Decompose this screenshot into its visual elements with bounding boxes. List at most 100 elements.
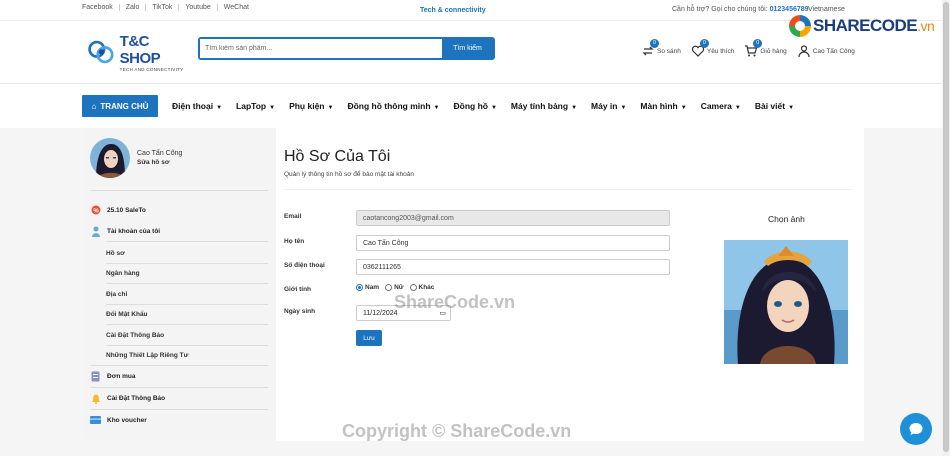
- home-icon: ⌂: [91, 101, 97, 111]
- nav-item-smartwatch[interactable]: Đồng hồ thông minh ▼: [347, 101, 439, 111]
- support-phone[interactable]: 0123456789: [770, 6, 809, 13]
- nav-item-accessories[interactable]: Phụ kiện ▼: [289, 101, 333, 111]
- voucher-icon: [90, 415, 101, 426]
- chevron-down-icon: ▼: [433, 105, 440, 111]
- nav-home-label: TRANG CHỦ: [100, 101, 149, 111]
- watermark-center: ShareCode.vn: [394, 292, 516, 312]
- compare-badge: 0: [650, 39, 659, 48]
- nav-item-label: Camera: [700, 101, 732, 111]
- edit-profile-link[interactable]: Sửa hồ sơ: [137, 159, 182, 166]
- gender-radio-group: Nam Nữ Khác: [356, 284, 434, 291]
- save-button[interactable]: Lưu: [356, 330, 382, 346]
- sharecode-logo-text: SHARECODE.vn: [813, 16, 935, 36]
- nav-home-button[interactable]: ⌂ TRANG CHỦ: [82, 95, 158, 117]
- nav-item-label: Phụ kiện: [289, 101, 325, 111]
- radio-label: Khác: [418, 284, 435, 291]
- nav-item-label: Điện thoại: [172, 101, 214, 111]
- chevron-down-icon: ▼: [216, 105, 223, 111]
- sidebar-user: Cao Tấn Công Sửa hồ sơ: [90, 138, 182, 178]
- search-button[interactable]: Tìm kiếm: [442, 39, 493, 58]
- social-link-facebook[interactable]: Facebook: [82, 4, 119, 11]
- cart-link[interactable]: 0 Giỏ hàng: [744, 39, 787, 58]
- phone-field[interactable]: 0362111265: [356, 259, 670, 275]
- nav-item-phones[interactable]: Điện thoại ▼: [172, 101, 222, 111]
- sidebar-item-privacy[interactable]: Những Thiết Lập Riêng Tư: [106, 345, 268, 365]
- name-label: Họ tên: [284, 238, 305, 245]
- radio-label: Nữ: [394, 284, 404, 291]
- divider: [90, 190, 268, 191]
- nav-item-posts[interactable]: Bài viết ▼: [755, 101, 794, 111]
- chevron-down-icon: ▼: [269, 105, 276, 111]
- chevron-down-icon: ▼: [734, 105, 741, 111]
- nav-item-label: Máy tính bảng: [510, 101, 569, 111]
- wishlist-link[interactable]: 0 Yêu thích: [691, 39, 735, 58]
- email-label: Email: [284, 213, 302, 220]
- chat-button[interactable]: [900, 413, 932, 445]
- chevron-down-icon: ▼: [620, 105, 627, 111]
- sidebar-item-notifications[interactable]: Cài Đặt Thông Báo: [90, 388, 268, 408]
- nav-item-watch[interactable]: Đồng hồ ▼: [454, 101, 497, 111]
- sidebar-item-profile[interactable]: Hồ sơ: [106, 243, 268, 263]
- orders-icon: [90, 371, 101, 382]
- sidebar-item-notification-settings[interactable]: Cài Đặt Thông Báo: [106, 325, 268, 345]
- nav-item-printer[interactable]: Máy in ▼: [591, 101, 626, 111]
- language-select[interactable]: Vietnamese: [808, 6, 845, 13]
- social-link-youtube[interactable]: Youtube: [178, 4, 216, 11]
- radio-icon: [385, 284, 393, 291]
- nav-item-monitor[interactable]: Màn hình ▼: [640, 101, 686, 111]
- nav-item-label: LapTop: [236, 101, 267, 111]
- sharecode-logo-suffix: .vn: [917, 18, 935, 34]
- sidebar-item-change-password[interactable]: Đổi Mật Khẩu: [106, 304, 268, 324]
- nav-item-tablet[interactable]: Máy tính bảng ▼: [511, 101, 577, 111]
- gender-label: Giới tính: [284, 286, 312, 293]
- nav-item-label: Đồng hồ: [453, 101, 488, 111]
- choose-photo-label[interactable]: Chọn ảnh: [768, 214, 805, 224]
- site-logo[interactable]: T&C SHOP TECH AND CONNECTIVITY: [86, 33, 186, 72]
- nav-item-camera[interactable]: Camera ▼: [701, 101, 741, 111]
- compare-link[interactable]: 0 So sánh: [641, 39, 681, 58]
- support-info: Cần hỗ trợ? Gọi cho chúng tôi: 012345678…: [672, 6, 809, 13]
- main-nav: ⌂ TRANG CHỦ Điện thoại ▼ LapTop ▼ Phụ kiện…: [82, 95, 794, 117]
- chevron-down-icon: ▼: [490, 105, 497, 111]
- wishlist-label: Yêu thích: [706, 47, 735, 55]
- social-link-zalo[interactable]: Zalo: [118, 4, 146, 11]
- header-icons: 0 So sánh 0 Yêu thích 0 Giỏ hàng Cao Tấn…: [641, 39, 855, 58]
- gender-radio-female[interactable]: Nữ: [385, 284, 404, 291]
- sidebar-item-bank[interactable]: Ngân hàng: [106, 263, 268, 283]
- sidebar-item-orders[interactable]: Đơn mua: [90, 366, 268, 386]
- nav-item-laptop[interactable]: LapTop ▼: [236, 101, 275, 111]
- avatar[interactable]: [90, 138, 130, 178]
- search-input[interactable]: [200, 39, 442, 58]
- wishlist-badge: 0: [699, 39, 709, 48]
- scrollbar-thumb[interactable]: [943, 2, 949, 452]
- support-label: Cần hỗ trợ? Gọi cho chúng tôi:: [672, 6, 768, 13]
- user-icon: [798, 45, 810, 58]
- social-link-tiktok[interactable]: TikTok: [145, 4, 178, 11]
- chevron-down-icon: ▼: [680, 105, 687, 111]
- account-icon: [90, 226, 101, 237]
- sidebar-item-address[interactable]: Địa chỉ: [106, 284, 268, 304]
- bell-icon: [90, 393, 101, 404]
- sidebar-item-vouchers[interactable]: Kho voucher: [90, 410, 268, 430]
- watermark-bottom: Copyright © ShareCode.vn: [342, 421, 572, 441]
- gender-radio-male[interactable]: Nam: [356, 284, 379, 291]
- social-links: Facebook Zalo TikTok Youtube WeChat: [82, 4, 255, 11]
- sharecode-logo-name: SHARECODE: [813, 16, 918, 35]
- page-scrollbar[interactable]: [942, 0, 950, 456]
- gender-radio-other[interactable]: Khác: [409, 284, 435, 291]
- chevron-down-icon: ▼: [788, 105, 795, 111]
- sidebar-item-label: Tài khoản của tôi: [107, 227, 161, 235]
- account-link[interactable]: Cao Tấn Công: [797, 44, 855, 58]
- sidebar-item-account[interactable]: Tài khoản của tôi: [90, 221, 268, 241]
- nav-item-label: Máy in: [591, 101, 618, 111]
- social-link-wechat[interactable]: WeChat: [216, 4, 255, 11]
- dob-value: 11/12/2024: [363, 309, 398, 317]
- account-sidebar: Cao Tấn Công Sửa hồ sơ % 25.10 SaleTo Tà…: [82, 128, 276, 441]
- compare-label: So sánh: [657, 47, 681, 55]
- sale-icon: %: [90, 205, 101, 216]
- sharecode-watermark-logo: SHARECODE.vn: [789, 15, 935, 37]
- profile-photo[interactable]: [724, 240, 848, 364]
- sidebar-item-sale[interactable]: % 25.10 SaleTo: [90, 200, 268, 220]
- name-field[interactable]: Cao Tấn Công: [356, 235, 670, 251]
- divider: [284, 189, 852, 190]
